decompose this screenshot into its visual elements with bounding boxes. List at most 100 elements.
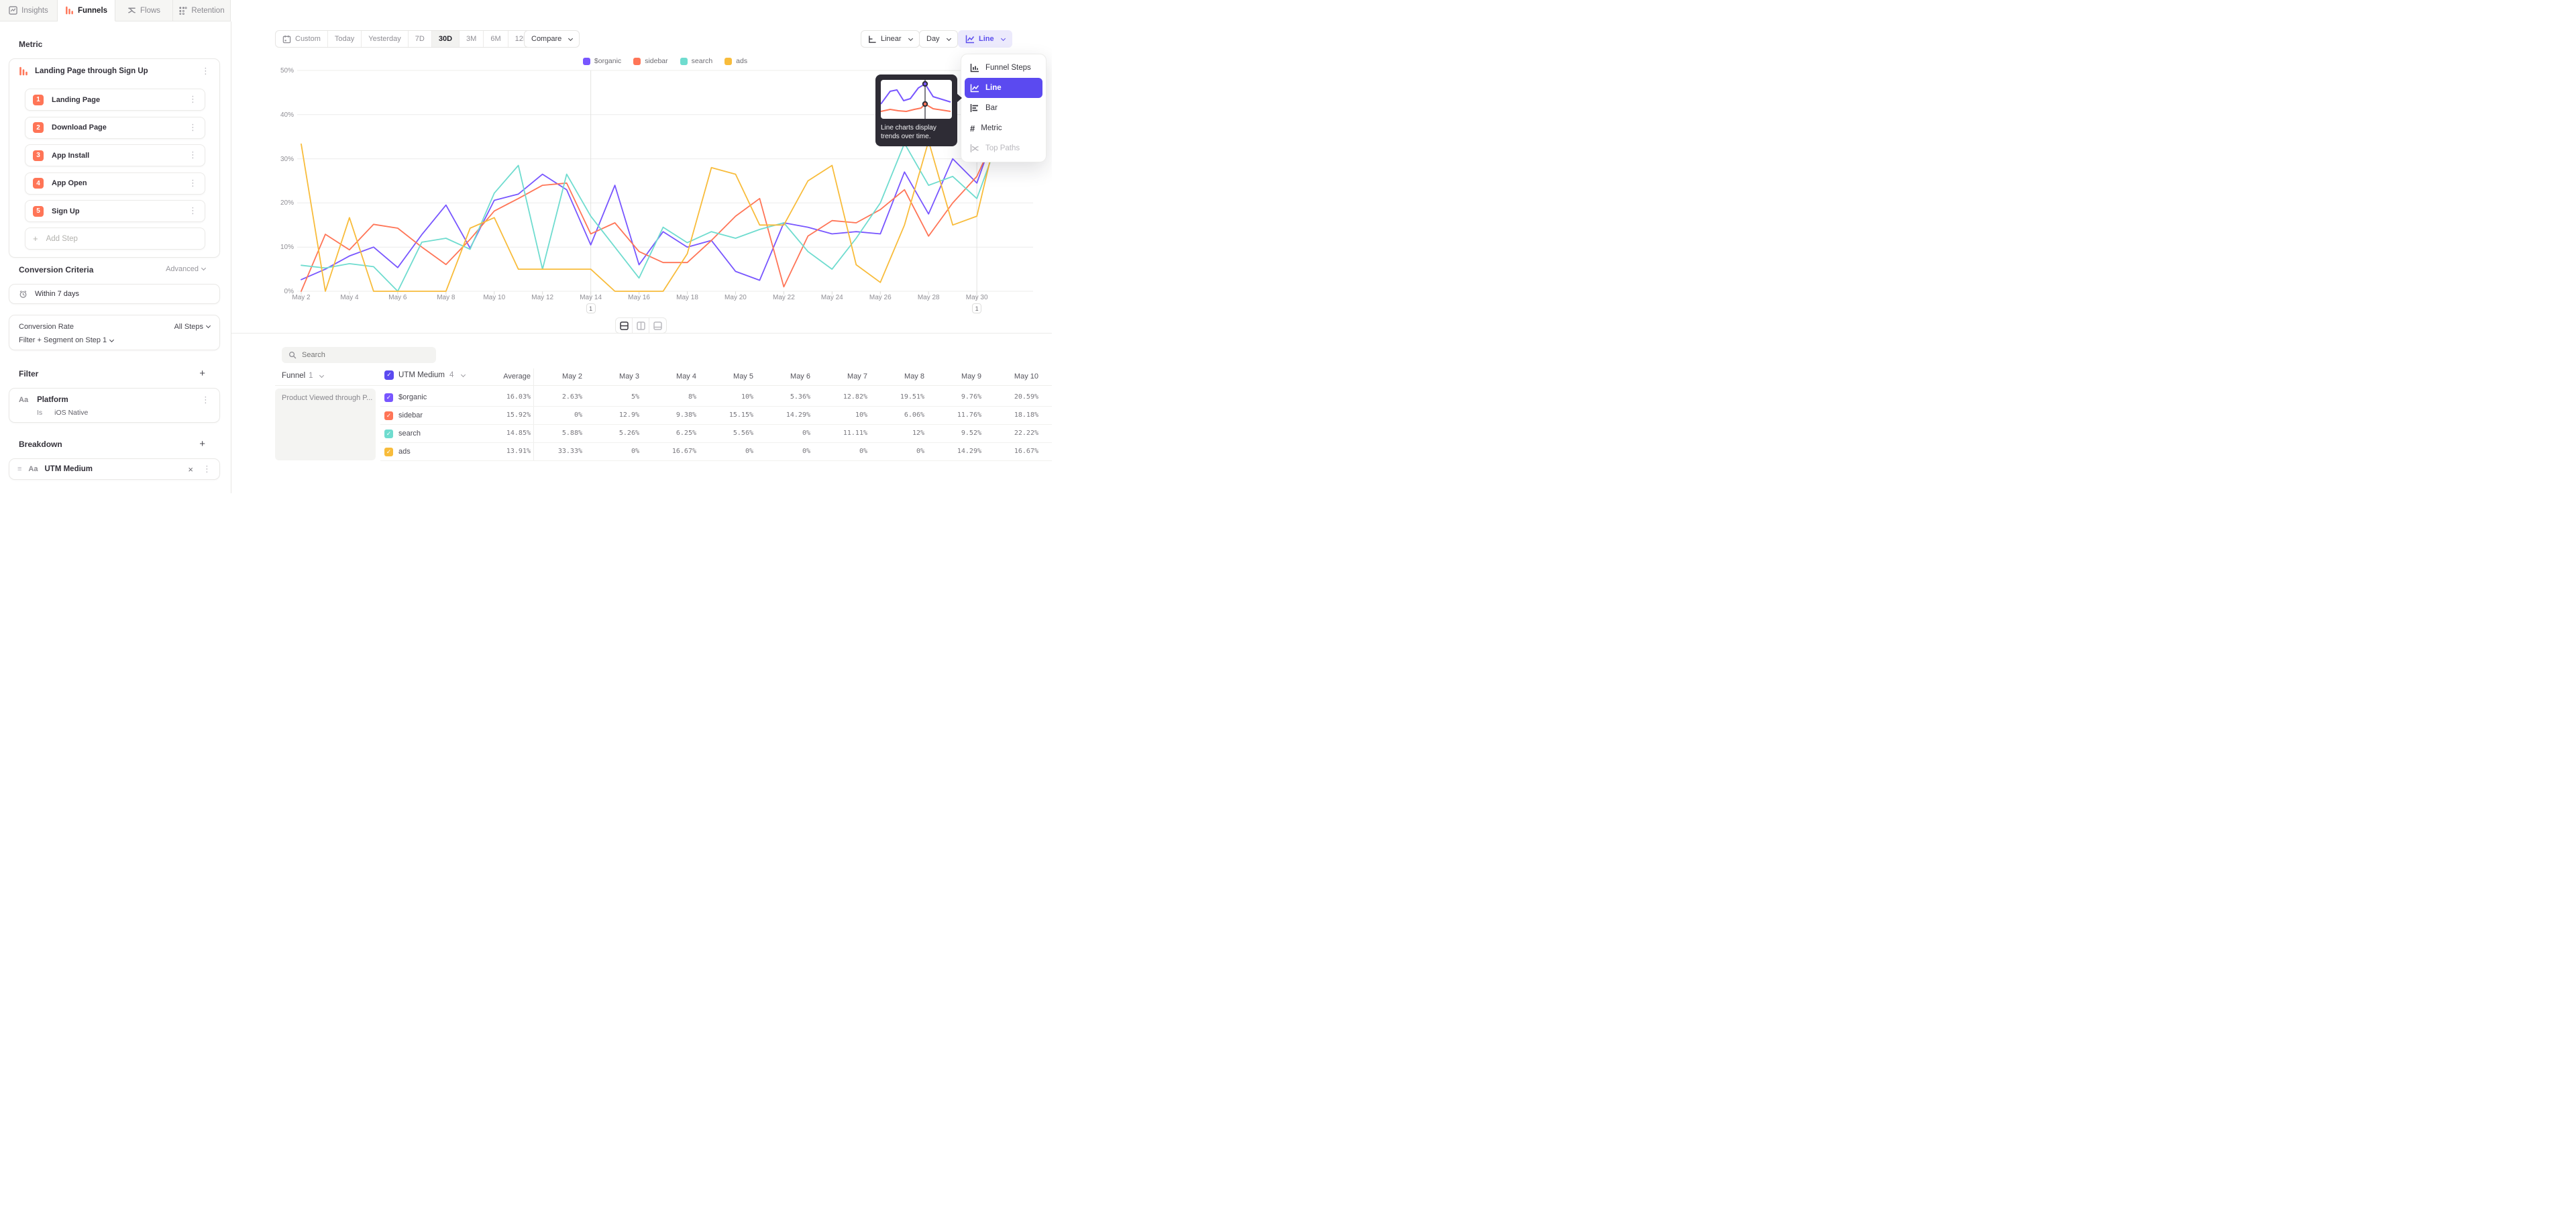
chevron-down-icon [568,36,573,40]
chart-type-menu: Funnel StepsLineBar#MetricTop Paths [961,54,1046,162]
cell-value: 20.59% [985,393,1038,401]
chart-view-toggle[interactable] [633,318,649,333]
kebab-menu-icon[interactable]: ⋮ [203,465,211,474]
legend-item-sidebar[interactable]: sidebar [633,57,667,65]
range-label: 30D [439,35,452,43]
check-icon: ✓ [386,449,392,456]
range-6m[interactable]: 6M [484,31,508,47]
kebab-menu-icon[interactable]: ⋮ [189,95,197,104]
tab-funnels[interactable]: Funnels [58,0,115,21]
table-search [282,347,436,363]
range-7d[interactable]: 7D [409,31,432,47]
legend-item-ads[interactable]: ads [724,57,747,65]
granularity-dropdown-button[interactable]: Day [919,30,958,48]
cell-value: 14.29% [928,448,981,455]
step-number-badge: 5 [33,206,44,217]
funnels-analytics-page: Insights Funnels Flows Retention Metric … [0,0,1052,493]
add-filter-button[interactable]: + [199,368,205,379]
conversion-window-card[interactable]: Within 7 days [9,284,220,304]
y-axis-label: 10% [267,244,294,251]
all-steps-dropdown[interactable]: All Steps [174,323,210,331]
cell-value: 0% [871,448,924,455]
scale-dropdown-button[interactable]: Linear [861,30,920,48]
filter-segment-dropdown[interactable]: Filter + Segment on Step 1 [19,334,210,347]
breakdown-property[interactable]: UTM Medium [44,465,181,473]
breakdown-column-dropdown[interactable]: ✓ UTM Medium 4 [384,370,465,380]
split-view-toggle[interactable] [616,318,633,333]
menu-item-funnel-steps[interactable]: Funnel Steps [965,58,1042,78]
cell-value: 11.11% [814,430,867,437]
advanced-toggle[interactable]: Advanced [166,265,205,273]
average-column-header: Average [477,372,531,381]
filter-value[interactable]: iOS Native [54,409,88,417]
metric-card-header[interactable]: Landing Page through Sign Up ⋮ [9,59,219,81]
tab-insights[interactable]: Insights [0,0,58,21]
range-label: Yesterday [368,35,401,43]
row-checkbox[interactable]: ✓ [384,430,393,438]
table-row-sidebar[interactable]: ✓sidebar15.92%0%12.9%9.38%15.15%14.29%10… [380,407,1052,425]
funnel-step-landing-page[interactable]: 1Landing Page⋮ [25,89,205,111]
kebab-menu-icon[interactable]: ⋮ [189,123,197,132]
table-row-organic[interactable]: ✓$organic16.03%2.63%5%8%10%5.36%12.82%19… [380,389,1052,407]
range-3m[interactable]: 3M [460,31,484,47]
kebab-menu-icon[interactable]: ⋮ [189,151,197,160]
funnel-step-download-page[interactable]: 2Download Page⋮ [25,117,205,139]
funnel-step-app-install[interactable]: 3App Install⋮ [25,144,205,166]
report-tabbar: Insights Funnels Flows Retention [0,0,231,21]
breakdown-column-label: UTM Medium [398,371,445,379]
table-row-search[interactable]: ✓search14.85%5.88%5.26%6.25%5.56%0%11.11… [380,425,1052,443]
kebab-menu-icon[interactable]: ⋮ [201,67,210,76]
conversion-criteria-heading: Conversion Criteria [19,265,93,274]
legend-item-search[interactable]: search [680,57,713,65]
menu-item-line[interactable]: Line [965,78,1042,98]
x-axis-label: May 26 [860,294,900,301]
funnel-cell[interactable]: Product Viewed through P... [275,389,376,460]
legend-item-organic[interactable]: $organic [583,57,621,65]
kebab-menu-icon[interactable]: ⋮ [189,179,197,188]
funnel-column-dropdown[interactable]: Funnel 1 [282,372,323,380]
step-label: Sign Up [52,207,180,215]
chart-legend: $organic sidebar search ads [297,57,1033,65]
select-all-checkbox[interactable]: ✓ [384,370,394,380]
filter-operator[interactable]: Is [37,409,42,417]
chart-type-dropdown-button[interactable]: Line [958,30,1012,48]
search-icon [288,351,297,359]
add-step-button[interactable]: + Add Step [25,228,205,250]
menu-item-metric[interactable]: #Metric [965,118,1042,138]
funnels-icon [65,6,74,15]
step-number-badge: 4 [33,178,44,189]
menu-item-bar[interactable]: Bar [965,98,1042,118]
cell-value: 11.76% [928,411,981,419]
range-30d[interactable]: 30D [432,31,460,47]
kebab-menu-icon[interactable]: ⋮ [201,396,210,405]
range-today[interactable]: Today [328,31,362,47]
tab-retention[interactable]: Retention [173,0,231,21]
funnel-step-sign-up[interactable]: 5 Sign Up ⋮ [25,200,205,222]
tab-flows[interactable]: Flows [115,0,173,21]
add-breakdown-button[interactable]: + [199,438,205,450]
filter-property[interactable]: Platform [37,396,193,404]
menu-item-top-paths: Top Paths [965,138,1042,158]
date-column-header: May 3 [586,372,639,381]
annotation-badge[interactable]: 1 [972,303,981,313]
remove-breakdown-icon[interactable]: × [188,464,193,474]
step-number-badge: 3 [33,150,44,161]
kebab-menu-icon[interactable]: ⋮ [189,207,197,215]
range-custom[interactable]: Custom [276,31,328,47]
x-axis-label: May 28 [908,294,949,301]
range-yesterday[interactable]: Yesterday [362,31,409,47]
annotation-badge[interactable]: 1 [586,303,596,313]
compare-button[interactable]: Compare [524,30,580,48]
drag-handle-icon[interactable]: ≡ [17,465,21,473]
funnel-step-app-open[interactable]: 4App Open⋮ [25,172,205,195]
x-axis-label: May 30 [957,294,997,301]
row-checkbox[interactable]: ✓ [384,393,393,402]
y-axis-label: 40% [267,111,294,119]
retention-icon [178,6,187,15]
row-checkbox[interactable]: ✓ [384,411,393,420]
x-axis-label: May 14 [571,294,611,301]
table-row-ads[interactable]: ✓ads13.91%33.33%0%16.67%0%0%0%0%14.29%16… [380,443,1052,461]
row-checkbox[interactable]: ✓ [384,448,393,456]
table-view-toggle[interactable] [649,318,666,333]
search-input[interactable] [302,351,423,359]
